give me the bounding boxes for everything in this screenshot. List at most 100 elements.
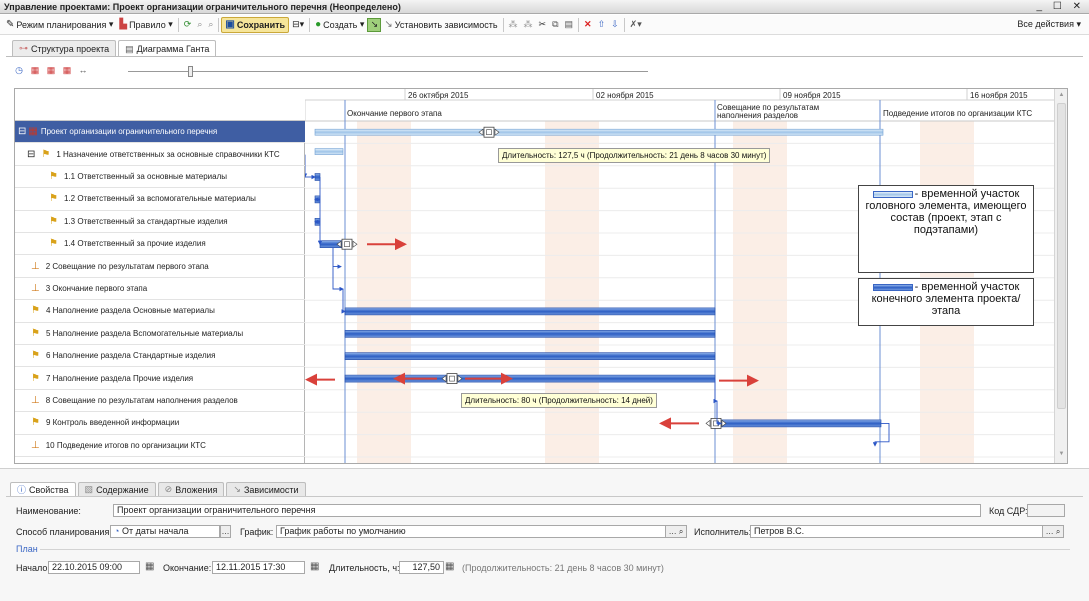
calendar-icon[interactable]: ▦ [145,561,154,572]
task-row[interactable]: ⚑ 6 Наполнение раздела Стандартные издели… [15,345,305,368]
toolbar: ✎ Режим планирования ▾ ▙ Правило ▾ ⟳ ⌕ ⌕ ▣… [0,15,1089,35]
task-row[interactable]: ⚑ 1.4 Ответственный за прочие изделия [15,233,305,256]
tab-properties[interactable]: ⓘ Свойства [10,482,76,496]
move-down-icon[interactable]: ⇩ [608,17,622,33]
task-row[interactable]: ⊟ ▦ Проект организации ограничительного пе… [15,121,305,144]
vertical-scrollbar[interactable]: ▲ ▼ [1054,89,1067,463]
task-row[interactable]: ⊥ 3 Окончание первого этапа [15,278,305,301]
zoom-out-icon[interactable]: ⌕ [194,17,205,33]
start-field[interactable]: 22.10.2015 09:00 [48,561,140,574]
method-field[interactable]: ◔ От даты начала [110,525,220,538]
refresh-icon[interactable]: ⟳ [181,17,195,33]
task-list-header [15,89,305,121]
task-row[interactable]: ⚑ 1.1 Ответственный за основные материалы [15,166,305,189]
indent-icon[interactable]: ⁂ [506,17,521,33]
tab-dependencies[interactable]: ↘ Зависимости [226,482,306,496]
start-label: Начало: [16,563,50,573]
task-bar[interactable] [314,173,321,181]
duration-field[interactable]: 127,50 [399,561,444,574]
expand-toggle-icon[interactable]: ⊟ [27,149,35,160]
code-field[interactable] [1027,504,1065,517]
fit-icon[interactable]: ↔ [78,65,88,75]
task-row[interactable]: ⊥ 8 Совещание по результатам наполнения р… [15,390,305,413]
tab-content[interactable]: ▧ Содержание [77,482,156,496]
task-name: Проект организации ограничительного пере… [40,127,218,137]
task-row[interactable]: ⚑ 7 Наполнение раздела Прочие изделия [15,367,305,390]
plus-circle-icon: ● [315,19,322,30]
legend-leaf-element: - временной участок конечного элемента п… [858,278,1034,326]
executor-select-button[interactable]: … ⌕ [1042,525,1064,538]
task-row[interactable]: ⊥ 10 Подведение итогов по организации КТС [15,435,305,457]
task-bar[interactable] [344,352,716,361]
task-row[interactable]: ⚑ 4 Наполнение раздела Основные материалы [15,300,305,323]
schedule-select-button[interactable]: … ⌕ [665,525,687,538]
task-row[interactable]: ⊟ ⚑ 1 Назначение ответственных за основные… [15,143,305,166]
calculator-icon[interactable]: ▦ [445,561,454,572]
calendar-icon[interactable]: ▦ [310,561,319,572]
info-icon: ⓘ [17,485,27,495]
task-name: 9 Контроль введенной информации [45,418,180,428]
schedule-label: График: [240,527,274,537]
task-row[interactable]: ⊥ 2 Совещание по результатам первого этап… [15,255,305,278]
task-name: 5 Наполнение раздела Вспомогательные мат… [45,328,244,338]
project-bar[interactable] [314,128,884,136]
move-up-icon[interactable]: ⇧ [595,17,609,33]
executor-field[interactable]: Петров В.С. [750,525,1043,538]
task-flag-icon: ⚑ [31,417,40,429]
task-bar[interactable] [720,419,882,428]
calendar-week-icon[interactable]: ▦ [46,65,56,75]
zoom-slider-track[interactable] [128,71,648,72]
link-mode-icon[interactable]: ↘ [367,17,382,32]
calendar-month-icon[interactable]: ▦ [62,65,72,75]
duration-label: Длительность, ч: [329,563,400,573]
view-tabs: ⊶ Структура проекта ▤ Диаграмма Ганта [12,40,217,57]
calendar-day-icon[interactable]: ▦ [30,65,40,75]
drag-handle[interactable] [341,238,353,250]
milestone-label: Окончание первого этапа [347,109,442,118]
tab-gantt[interactable]: ▤ Диаграмма Ганта [118,40,217,57]
task-name: 1.2 Ответственный за вспомогательные мат… [63,194,256,204]
task-flag-icon: ⚑ [31,350,40,362]
outdent-icon[interactable]: ⁂ [521,17,536,33]
task-row[interactable]: ⚑ 1.3 Ответственный за стандартные издели… [15,211,305,233]
rule-button[interactable]: ▙ Правило ▾ [116,17,175,33]
task-name: 1 Назначение ответственных за основные с… [56,149,280,159]
gantt-chart: ⊟ ▦ Проект организации ограничительного пе… [14,88,1068,464]
delete-icon[interactable]: ✕ [581,17,595,33]
window-controls[interactable]: _ ☐ ✕ [1037,1,1085,12]
task-row[interactable]: ⚑ 1.2 Ответственный за вспомогательные ма… [15,188,305,211]
cut-icon[interactable]: ✂ [536,17,550,33]
drag-handle[interactable] [446,373,458,385]
task-flag-icon: ⚑ [41,148,51,160]
task-row[interactable]: ⚑ 5 Наполнение раздела Вспомогательные ма… [15,323,305,345]
window-title-bar: Управление проектами: Проект организации… [0,0,1089,14]
task-bar[interactable] [344,330,716,338]
tab-attachments[interactable]: ⊘ Вложения [157,482,225,496]
timeline-date: 02 ноября 2015 [596,91,654,100]
expand-toggle-icon[interactable]: ⊟ [18,126,26,137]
name-field[interactable]: Проект организации ограничительного пере… [113,504,981,517]
tab-project-structure[interactable]: ⊶ Структура проекта [12,40,117,56]
code-label: Код СДР: [989,506,1028,516]
group-bar[interactable] [314,148,344,155]
set-dependency-button[interactable]: ↘ Установить зависимость [381,17,500,33]
all-actions-button[interactable]: Все действия ▾ [1017,19,1081,30]
clock-icon[interactable]: ◷ [14,65,24,75]
end-field[interactable]: 12.11.2015 17:30 [212,561,305,574]
create-button[interactable]: ● Создать ▾ [312,17,367,33]
copy-icon[interactable]: ⧉ [549,17,561,33]
tools-icon[interactable]: ✗▾ [627,17,645,33]
executor-label: Исполнитель: [694,527,752,537]
duration-tooltip: Длительность: 80 ч (Продолжительность: 1… [461,393,657,408]
zoom-slider-handle[interactable] [188,66,193,77]
paste-icon[interactable]: ▤ [562,17,577,33]
save-button[interactable]: ▣ Сохранить [221,16,290,33]
schedule-field[interactable]: График работы по умолчанию [276,525,666,538]
task-row[interactable]: ⚑ 9 Контроль введенной информации [15,412,305,435]
drag-handle[interactable] [483,126,495,138]
method-select-button[interactable]: … [220,525,231,538]
zoom-in-icon[interactable]: ⌕ [205,17,216,33]
save-options-icon[interactable]: ⊟▾ [289,17,307,33]
task-bar[interactable] [344,307,716,316]
planning-mode-button[interactable]: ✎ Режим планирования ▾ [3,17,116,33]
